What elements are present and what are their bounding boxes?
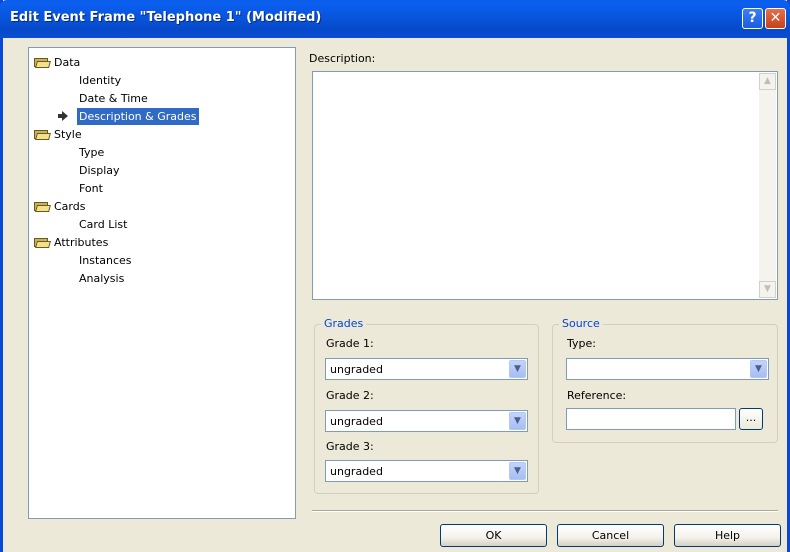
navigation-tree[interactable]: Data Identity Date & Time Description & … [28,47,296,519]
close-button[interactable]: ✕ [765,8,786,29]
grade-3-label: Grade 3: [326,440,374,453]
grade-3-select[interactable]: ungraded ▼ [325,460,528,482]
grade-2-select[interactable]: ungraded ▼ [325,410,528,432]
scroll-up-icon[interactable]: ▲ [759,73,776,90]
description-scrollbar[interactable]: ▲ ▼ [759,73,776,298]
button-separator [312,510,778,512]
grade-2-value: ungraded [330,415,383,428]
folder-icon [34,237,51,248]
grades-group-title: Grades [321,317,367,330]
dialog-window: Edit Event Frame "Telephone 1" (Modified… [0,0,790,552]
cancel-button[interactable]: Cancel [557,524,664,547]
help-button[interactable]: Help [674,524,781,547]
arrow-right-icon [58,111,68,121]
tree-group-label: Style [54,128,82,141]
folder-icon [34,201,51,212]
reference-label: Reference: [567,389,627,402]
source-type-select[interactable]: ▼ [566,358,769,380]
ok-button-label: OK [485,529,502,542]
tree-item-analysis[interactable]: Analysis [79,270,124,287]
tree-item-date-time[interactable]: Date & Time [79,90,148,107]
tree-item-label: Instances [79,254,132,267]
tree-item-label: Identity [79,74,122,87]
reference-input[interactable] [566,408,736,430]
tree-item-instances[interactable]: Instances [79,252,132,269]
tree-item-label: Date & Time [79,92,148,105]
source-group-title: Source [559,317,603,330]
close-icon: ✕ [769,10,782,26]
grade-1-value: ungraded [330,363,383,376]
tree-item-type[interactable]: Type [79,144,104,161]
tree-item-label: Font [79,182,103,195]
ok-button[interactable]: OK [440,524,547,547]
tree-item-label: Type [79,146,105,159]
grade-1-label: Grade 1: [326,337,374,350]
help-button-label: Help [714,529,741,542]
help-icon: ? [748,10,757,26]
title-bar[interactable]: Edit Event Frame "Telephone 1" (Modified… [0,0,790,38]
grade-3-value: ungraded [330,465,383,478]
tree-item-label: Card List [79,218,128,231]
chevron-down-icon[interactable]: ▼ [509,412,526,430]
tree-item-identity[interactable]: Identity [79,72,121,89]
scroll-down-icon[interactable]: ▼ [759,281,776,298]
tree-item-label: Description & Grades [77,108,199,125]
tree-group-label: Cards [54,200,86,213]
chevron-down-icon[interactable]: ▼ [509,360,526,378]
tree-group-label: Attributes [54,236,109,249]
tree-group-label: Data [54,56,81,69]
source-type-label: Type: [567,337,596,350]
tree-item-description-grades[interactable]: Description & Grades [29,108,219,125]
chevron-down-icon[interactable]: ▼ [509,462,526,480]
folder-icon [34,129,51,140]
folder-icon [34,57,51,68]
window-title: Edit Event Frame "Telephone 1" (Modified… [10,10,322,25]
description-textarea[interactable]: ▲ ▼ [312,71,778,300]
chevron-down-icon[interactable]: ▼ [750,360,767,378]
tree-item-display[interactable]: Display [79,162,120,179]
cancel-button-label: Cancel [591,529,630,542]
description-label: Description: [309,52,376,65]
browse-button[interactable]: ... [739,408,763,430]
help-title-button[interactable]: ? [742,8,763,29]
tree-item-label: Display [79,164,120,177]
grade-1-select[interactable]: ungraded ▼ [325,358,528,380]
browse-button-label: ... [745,411,757,424]
grade-2-label: Grade 2: [326,389,374,402]
tree-item-label: Analysis [79,272,125,285]
tree-item-card-list[interactable]: Card List [79,216,127,233]
tree-item-font[interactable]: Font [79,180,103,197]
